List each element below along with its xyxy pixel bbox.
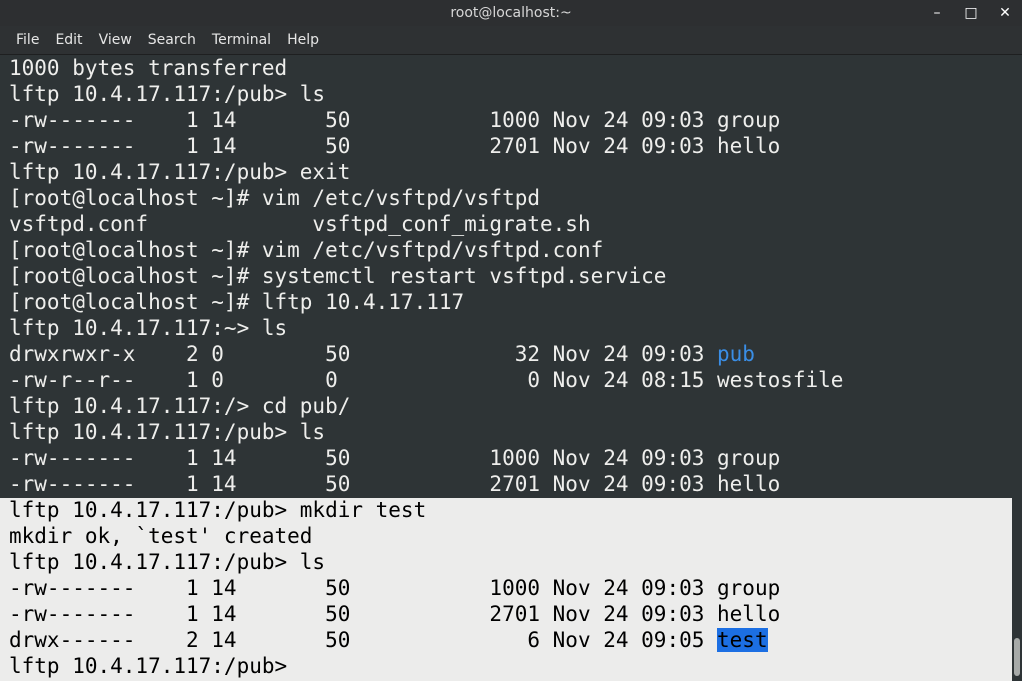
terminal-window: root@localhost:~ – □ ✕ File Edit View Se… [0,0,1022,681]
terminal-line: -rw------- 1 14 50 2701 Nov 24 09:03 hel… [9,472,781,496]
terminal-line: [root@localhost ~]# systemctl restart vs… [9,264,667,288]
terminal-line: lftp 10.4.17.117:/pub> ls [9,82,326,106]
terminal-output: 1000 bytes transferred lftp 10.4.17.117:/… [9,55,843,679]
terminal-area[interactable]: 1000 bytes transferred lftp 10.4.17.117:/… [0,55,1022,681]
menu-search[interactable]: Search [140,32,204,48]
terminal-line: lftp 10.4.17.117:/> cd pub/ [9,394,351,418]
terminal-line: -rw------- 1 14 50 1000 Nov 24 09:03 gro… [9,576,781,600]
line-prefix: drwxrwxr-x 2 0 50 32 Nov 24 09:03 [9,342,718,366]
window-title: root@localhost:~ [450,5,572,21]
terminal-line: 1000 bytes transferred [9,56,288,80]
menu-edit[interactable]: Edit [47,32,90,48]
terminal-line: mkdir ok, `test' created [9,524,313,548]
terminal-line: lftp 10.4.17.117:/pub> exit [9,160,351,184]
file-name: test [717,628,768,652]
terminal-line: lftp 10.4.17.117:/pub> [9,654,300,678]
window-controls: – □ ✕ [920,0,1022,26]
terminal-line: drwxrwxr-x 2 0 50 32 Nov 24 09:03 pub [9,341,843,367]
terminal-line: -rw------- 1 14 50 1000 Nov 24 09:03 gro… [9,108,781,132]
title-bar: root@localhost:~ – □ ✕ [0,0,1022,26]
terminal-line: -rw------- 1 14 50 1000 Nov 24 09:03 gro… [9,446,781,470]
menu-view[interactable]: View [91,32,140,48]
scrollbar[interactable] [1012,55,1022,681]
terminal-line: -rw-r--r-- 1 0 0 0 Nov 24 08:15 westosfi… [9,368,844,392]
scrollbar-thumb[interactable] [1014,638,1020,676]
terminal-line: [root@localhost ~]# vim /etc/vsftpd/vsft… [9,186,541,210]
minimize-icon[interactable]: – [920,0,954,26]
line-prefix: drwx------ 2 14 50 6 Nov 24 09:05 [9,628,718,652]
menu-file[interactable]: File [0,32,47,48]
terminal-line: [root@localhost ~]# lftp 10.4.17.117 [9,290,465,314]
terminal-line: [root@localhost ~]# vim /etc/vsftpd/vsft… [9,238,604,262]
terminal-line: lftp 10.4.17.117:/pub> mkdir test [9,498,427,522]
terminal-line: lftp 10.4.17.117:/pub> ls [9,550,326,574]
terminal-line: drwx------ 2 14 50 6 Nov 24 09:05 test [9,627,843,653]
close-icon[interactable]: ✕ [988,0,1022,26]
terminal-line: -rw------- 1 14 50 2701 Nov 24 09:03 hel… [9,602,781,626]
menu-help[interactable]: Help [279,32,327,48]
maximize-icon[interactable]: □ [954,0,988,26]
terminal-line: lftp 10.4.17.117:~> ls [9,316,288,340]
terminal-line: -rw------- 1 14 50 2701 Nov 24 09:03 hel… [9,134,781,158]
menu-terminal[interactable]: Terminal [204,32,279,48]
menu-bar: File Edit View Search Terminal Help [0,26,1022,55]
terminal-line: vsftpd.conf vsftpd_conf_migrate.sh [9,212,591,236]
file-name: pub [717,342,755,366]
terminal-line: lftp 10.4.17.117:/pub> ls [9,420,326,444]
